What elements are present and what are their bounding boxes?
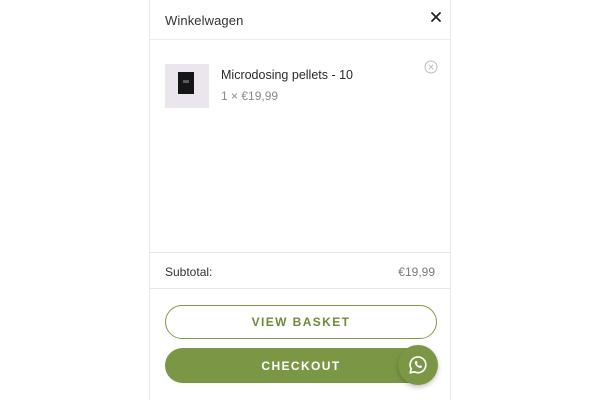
product-thumbnail[interactable] xyxy=(165,64,209,108)
view-basket-button[interactable]: VIEW BASKET xyxy=(165,305,437,339)
cart-item: Microdosing pellets - 10 1 × €19,99 xyxy=(165,64,445,112)
quantity-price: 1 × €19,99 xyxy=(221,89,279,103)
whatsapp-chat-button[interactable] xyxy=(398,345,438,385)
cart-header: Winkelwagen xyxy=(150,0,450,40)
checkout-button[interactable]: CHECKOUT xyxy=(165,348,437,383)
cart-drawer: Winkelwagen Microdosing pellets - 10 1 ×… xyxy=(149,0,451,400)
remove-circle-icon xyxy=(424,60,438,74)
subtotal-label: Subtotal: xyxy=(165,265,213,279)
cart-title: Winkelwagen xyxy=(165,13,244,28)
subtotal-value: €19,99 xyxy=(398,265,435,279)
close-button[interactable] xyxy=(426,7,446,27)
whatsapp-icon xyxy=(409,356,427,374)
remove-item-button[interactable] xyxy=(424,60,438,74)
product-name-link[interactable]: Microdosing pellets - 10 xyxy=(221,68,353,82)
product-package-image xyxy=(178,72,194,94)
close-icon xyxy=(431,12,441,22)
subtotal-row: Subtotal: €19,99 xyxy=(150,252,450,289)
page: Winkelwagen Microdosing pellets - 10 1 ×… xyxy=(0,0,600,400)
